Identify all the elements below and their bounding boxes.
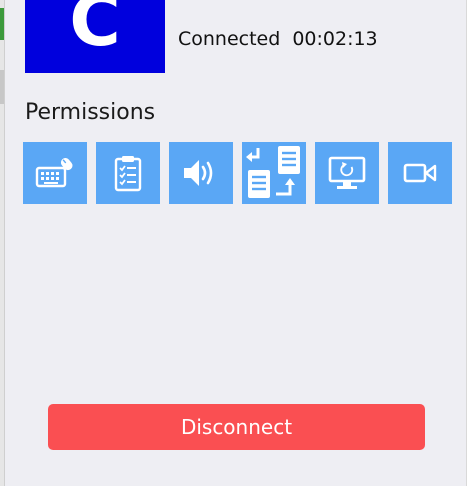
avatar: C <box>25 0 165 73</box>
left-edge-marker-secondary <box>0 70 4 104</box>
speaker-icon <box>184 160 213 186</box>
connection-timer: 00:02:13 <box>292 28 378 50</box>
permission-clipboard-button[interactable] <box>96 142 160 204</box>
permission-restart-button[interactable] <box>315 142 379 204</box>
monitor-restart-icon <box>328 156 366 189</box>
right-window-edge <box>466 0 474 486</box>
disconnect-button[interactable]: Disconnect <box>48 404 425 450</box>
connection-panel: C Connected 00:02:13 Permissions Disconn… <box>5 0 467 486</box>
permission-recording-button[interactable] <box>388 142 452 204</box>
file-transfer-icon <box>246 146 300 198</box>
permission-audio-button[interactable] <box>169 142 233 204</box>
permission-keyboard-button[interactable] <box>23 142 87 204</box>
video-camera-icon <box>403 163 437 183</box>
left-edge-marker <box>0 8 4 40</box>
clipboard-icon <box>114 156 142 192</box>
keyboard-mouse-icon <box>35 158 73 188</box>
avatar-letter: C <box>69 0 121 62</box>
permission-file-transfer-button[interactable] <box>242 142 306 204</box>
connection-status: Connected 00:02:13 <box>178 28 378 50</box>
permissions-title: Permissions <box>25 100 156 125</box>
status-text: Connected <box>178 28 281 50</box>
